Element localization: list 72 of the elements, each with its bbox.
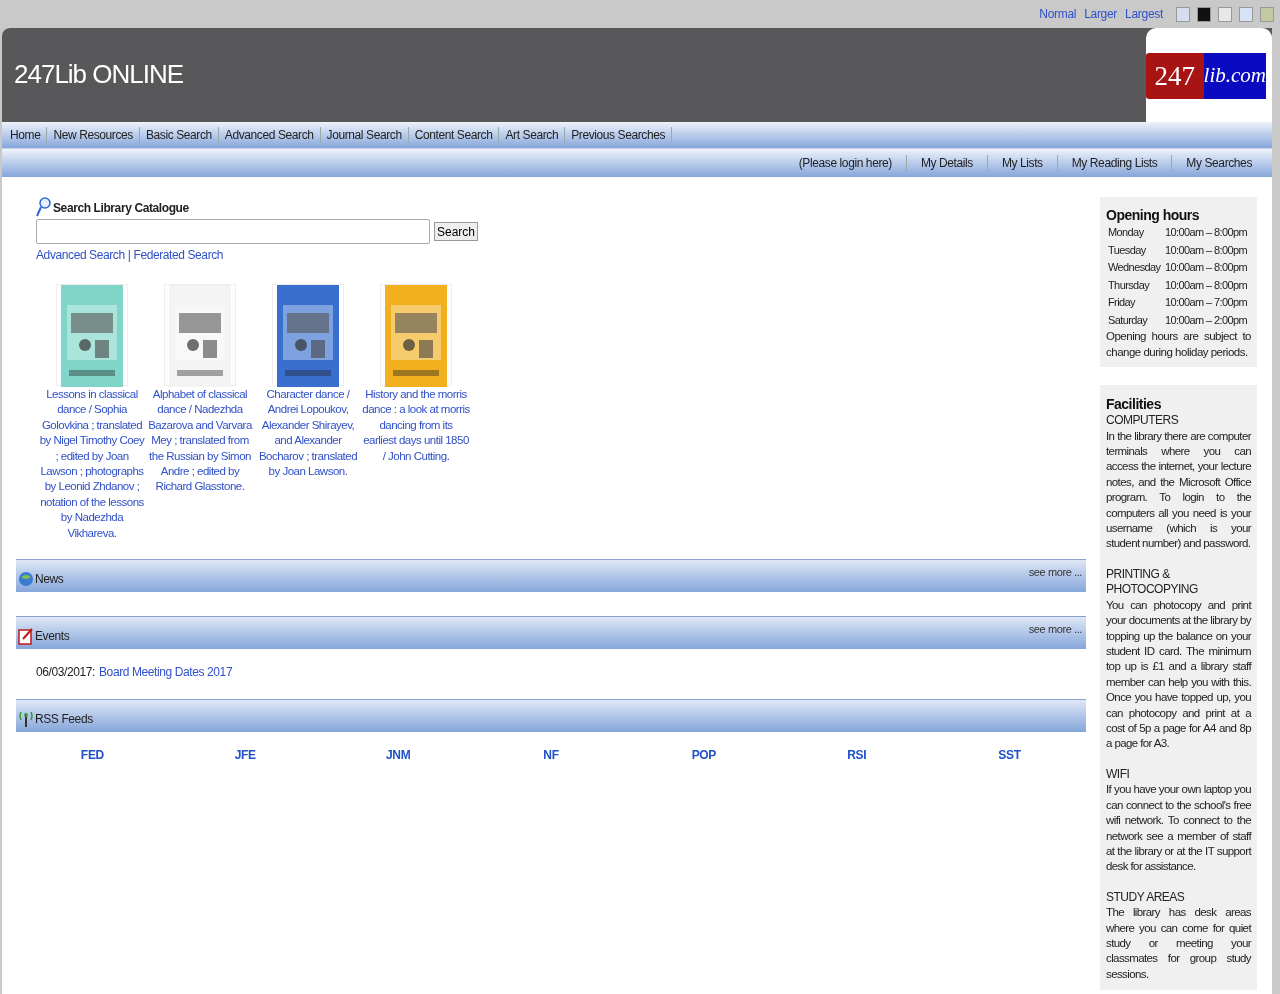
day-label: Wednesday <box>1108 260 1162 275</box>
user-nav-link[interactable]: My Reading Lists <box>1057 155 1173 171</box>
search-title: Search Library Catalogue <box>53 200 189 217</box>
facility-text: You can photocopy and print your documents at the library by topping up the balance on your student ID card. The minimum top up is £1 and a library staff member can help you with this. Once you have topped up, you can photocopy and print at a cost of 5p a page for A4 and 8p a page for A3. <box>1106 597 1251 752</box>
theme-swatch[interactable] <box>1176 6 1190 22</box>
search-icon <box>36 197 51 217</box>
nav-link[interactable]: Content Search <box>408 127 500 143</box>
nav-link[interactable]: Advanced Search <box>218 127 321 143</box>
see-more-link[interactable]: see more ... <box>1028 621 1082 638</box>
rss-feed-link[interactable]: SST <box>998 746 1021 765</box>
theme-swatch[interactable] <box>1218 6 1232 22</box>
theme-swatch[interactable] <box>1260 6 1274 22</box>
facility-text: In the library there are computer terminals where you can access the internet, your lecture notes, and the Microsoft Office program. To login to the computers all you need is your username (which is your student number) and password. <box>1106 428 1251 552</box>
day-label: Thursday <box>1108 277 1151 293</box>
book-title-link[interactable]: Character dance / Andrei Lopoukov, Alexander Shirayev, and Alexander Bocharov ; translated by Joan Lawson. <box>254 387 362 480</box>
day-label: Saturday <box>1108 312 1149 328</box>
user-nav-link[interactable]: My Searches <box>1172 155 1266 171</box>
day-label: Monday <box>1108 225 1145 240</box>
rss-feed-link[interactable]: JNM <box>385 746 411 765</box>
book-title-link[interactable]: Alphabet of classical dance / Nadezhda Bazarova and Varvara Mey ; translated from the Russian by Simon Andre ; edited by Richard Glasstone. <box>146 387 254 495</box>
nav-link[interactable]: Home <box>4 127 48 143</box>
facility-heading: WIFI <box>1106 766 1131 783</box>
hours-text: 10:00am – 8:00pm <box>1165 225 1249 240</box>
event-link[interactable]: Board Meeting Dates 2017 <box>99 663 233 682</box>
section-title: Events <box>35 628 70 646</box>
user-nav-link[interactable]: My Lists <box>987 155 1058 171</box>
section-title: News <box>35 571 64 589</box>
nav-link[interactable]: Journal Search <box>320 127 409 143</box>
facility-text: The library has desk areas where you can come for quiet study or meeting your classmates for group study sessions. <box>1106 905 1251 982</box>
event-date: 06/03/2017: <box>36 664 95 682</box>
globe-icon <box>18 570 34 589</box>
hours-text: 10:00am – 8:00pm <box>1165 277 1249 293</box>
rss-feed-link[interactable]: JFE <box>234 746 256 765</box>
user-nav-link[interactable]: My Details <box>906 155 988 171</box>
hours-text: 10:00am – 8:00pm <box>1165 260 1249 275</box>
theme-swatch[interactable] <box>1197 6 1211 22</box>
advanced-search-link[interactable]: Advanced Search <box>36 246 125 264</box>
site-title: 247Lib ONLINE <box>13 58 184 91</box>
hours-text: 10:00am – 8:00pm <box>1165 242 1249 258</box>
rss-feed-link[interactable]: RSI <box>847 746 867 765</box>
text-size-link[interactable]: Largest <box>1125 5 1163 23</box>
notepad-icon <box>18 627 34 646</box>
link-separator: | <box>127 247 131 264</box>
theme-swatch[interactable] <box>1239 6 1253 22</box>
panel-title: Facilities <box>1106 395 1162 413</box>
facility-heading: PRINTING & PHOTOCOPYING <box>1106 566 1199 598</box>
facility-text: If you have your own laptop you can connect to the school's free wifi network. To connect to the network see a member of staff at the library or at the IT support desk for assistance. <box>1106 782 1251 875</box>
rss-feed-link[interactable]: POP <box>691 746 717 765</box>
see-more-link[interactable]: see more ... <box>1028 564 1082 581</box>
user-nav-link[interactable]: (Please login here) <box>784 155 907 171</box>
nav-link[interactable]: Art Search <box>499 127 566 143</box>
rss-feed-link[interactable]: NF <box>543 746 559 765</box>
rss-feed-link[interactable]: FED <box>80 746 104 765</box>
facility-heading: COMPUTERS <box>1106 413 1180 429</box>
hours-text: 10:00am – 7:00pm <box>1165 295 1249 310</box>
hours-text: 10:00am – 2:00pm <box>1165 312 1249 328</box>
book-title-link[interactable]: Lessons in classical dance / Sophia Golovkina ; translated by Nigel Timothy Coey ; edited by Joan Lawson ; photographs by Leonid Zhdanov ; notation of the lessons by Nadezhda Vikhareva. <box>38 387 146 542</box>
day-label: Friday <box>1108 295 1137 310</box>
federated-search-link[interactable]: Federated Search <box>133 246 224 264</box>
day-label: Tuesday <box>1108 242 1147 258</box>
search-button[interactable]: Search <box>434 222 479 241</box>
hours-note: Opening hours are subject to change during holiday periods. <box>1106 329 1251 360</box>
panel-title: Opening hours <box>1106 206 1201 224</box>
text-size-link[interactable]: Normal <box>1039 5 1077 23</box>
nav-link[interactable]: Previous Searches <box>565 127 673 143</box>
book-title-link[interactable]: History and the morris dance : a look at morris dancing from its earliest days until 1850 / John Cutting. <box>362 387 470 465</box>
nav-link[interactable]: New Resources <box>47 127 140 143</box>
section-title: RSS Feeds <box>35 711 93 729</box>
nav-link[interactable]: Basic Search <box>139 127 219 143</box>
text-size-link[interactable]: Larger <box>1084 5 1118 23</box>
search-field[interactable] <box>36 219 430 244</box>
facility-heading: STUDY AREAS <box>1106 889 1186 906</box>
